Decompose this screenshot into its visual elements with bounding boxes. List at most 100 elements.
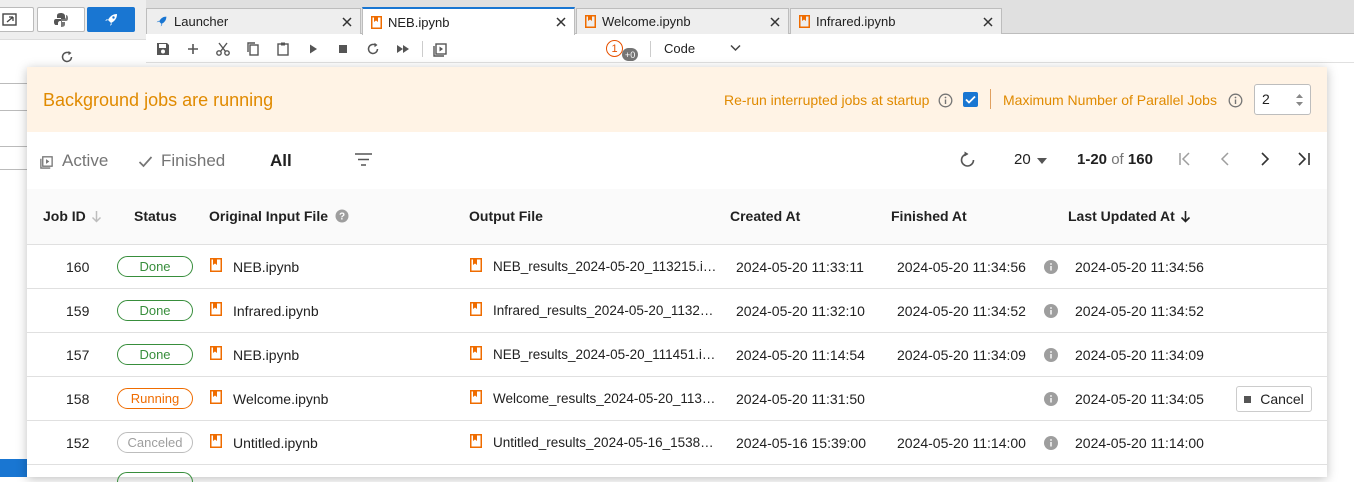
sidebar-selected-item[interactable] bbox=[0, 459, 28, 477]
input-file-link[interactable]: Untitled.ipynb bbox=[233, 435, 318, 451]
column-label: Last Updated At bbox=[1068, 208, 1175, 224]
notebook-icon bbox=[470, 346, 482, 360]
sidebar-item[interactable] bbox=[0, 146, 28, 170]
status-badge: Running bbox=[117, 388, 193, 409]
finished-at: 2024-05-20 11:34:09 bbox=[897, 347, 1026, 363]
last-updated-at: 2024-05-20 11:34:56 bbox=[1075, 259, 1204, 275]
output-file-link[interactable]: Welcome_results_2024-05-20_113… bbox=[493, 391, 717, 406]
filter-tab-all[interactable]: All bbox=[270, 151, 292, 171]
tab-welcome[interactable]: Welcome.ipynb bbox=[576, 8, 789, 34]
column-header-finished-at[interactable]: Finished At bbox=[891, 208, 967, 224]
output-file-link[interactable]: NEB_results_2024-05-20_111451.i … bbox=[493, 347, 717, 362]
column-header-status[interactable]: Status bbox=[134, 208, 177, 224]
notebook-icon bbox=[210, 302, 222, 316]
table-row[interactable]: 152 Canceled Untitled.ipynb Untitled_res… bbox=[27, 421, 1327, 465]
info-icon[interactable] bbox=[1044, 304, 1058, 318]
close-icon[interactable] bbox=[983, 16, 993, 27]
status-badge: Canceled bbox=[117, 432, 193, 453]
reload-icon[interactable] bbox=[958, 150, 977, 169]
input-file-link[interactable]: NEB.ipynb bbox=[233, 347, 299, 363]
pagination-range: 1-20 of 160 bbox=[1077, 151, 1153, 168]
info-icon[interactable] bbox=[1044, 348, 1058, 362]
info-icon[interactable] bbox=[1044, 436, 1058, 450]
status-badge: Done bbox=[117, 256, 193, 277]
sort-arrow-icon[interactable] bbox=[1180, 210, 1191, 223]
copy-icon[interactable] bbox=[245, 41, 261, 57]
paste-icon[interactable] bbox=[275, 41, 291, 57]
input-file-link[interactable]: Welcome.ipynb bbox=[233, 391, 328, 407]
column-header-job-id[interactable]: Job ID bbox=[43, 208, 102, 224]
column-header-last-updated[interactable]: Last Updated At bbox=[1068, 208, 1191, 224]
table-row[interactable] bbox=[27, 465, 1327, 482]
table-row[interactable]: 160 Done NEB.ipynb NEB_results_2024-05-2… bbox=[27, 245, 1327, 289]
column-label: Original Input File bbox=[209, 208, 328, 224]
output-file-link[interactable]: NEB_results_2024-05-20_113215.i … bbox=[493, 259, 717, 274]
column-header-output-file[interactable]: Output File bbox=[469, 208, 543, 224]
close-icon[interactable] bbox=[342, 16, 352, 27]
input-file-link[interactable]: NEB.ipynb bbox=[233, 259, 299, 275]
stop-icon[interactable] bbox=[335, 41, 351, 57]
restart-icon[interactable] bbox=[365, 41, 381, 57]
sidebar-item[interactable] bbox=[0, 83, 28, 111]
sidebar-button-jobs[interactable] bbox=[87, 7, 135, 32]
last-page-icon[interactable] bbox=[1296, 151, 1312, 167]
tab-label: Infrared.ipynb bbox=[816, 14, 896, 29]
filter-tab-label: Active bbox=[62, 151, 109, 170]
close-icon[interactable] bbox=[556, 17, 566, 27]
run-icon[interactable] bbox=[305, 41, 321, 57]
rerun-label: Re-run interrupted jobs at startup bbox=[724, 92, 930, 108]
tab-infrared[interactable]: Infrared.ipynb bbox=[790, 8, 1002, 34]
input-file-link[interactable]: Infrared.ipynb bbox=[233, 303, 319, 319]
table-header: Job ID Status Original Input File ? Outp… bbox=[27, 189, 1327, 245]
caret-down-icon[interactable] bbox=[1037, 158, 1047, 164]
rows-per-page-select[interactable]: 20 bbox=[1014, 151, 1031, 168]
info-icon[interactable] bbox=[1228, 93, 1243, 108]
sidebar-button-terminal[interactable] bbox=[0, 7, 34, 32]
max-jobs-input[interactable]: 2 bbox=[1254, 84, 1311, 115]
sort-arrow-icon[interactable] bbox=[91, 210, 102, 223]
help-icon[interactable]: ? bbox=[335, 209, 349, 223]
job-id: 158 bbox=[66, 391, 90, 407]
add-cell-icon[interactable] bbox=[185, 41, 201, 57]
close-icon[interactable] bbox=[770, 16, 780, 27]
last-updated-at: 2024-05-20 11:14:00 bbox=[1075, 435, 1204, 451]
fast-forward-icon[interactable] bbox=[395, 41, 411, 57]
filter-tab-active[interactable]: Active bbox=[39, 151, 108, 171]
column-header-created-at[interactable]: Created At bbox=[730, 208, 800, 224]
cancel-button[interactable]: Cancel bbox=[1236, 386, 1312, 412]
sidebar-button-python[interactable] bbox=[37, 7, 85, 32]
previous-page-icon[interactable] bbox=[1217, 151, 1233, 167]
column-label: Output File bbox=[469, 208, 543, 224]
next-page-icon[interactable] bbox=[1257, 151, 1273, 167]
info-icon[interactable] bbox=[938, 93, 953, 108]
save-icon[interactable] bbox=[155, 41, 171, 57]
cut-icon[interactable] bbox=[215, 41, 231, 57]
stepper-icon[interactable] bbox=[1294, 91, 1305, 109]
chevron-down-icon[interactable] bbox=[730, 44, 741, 52]
info-icon[interactable] bbox=[1044, 392, 1058, 406]
jobs-banner: Background jobs are running Re-run inter… bbox=[27, 67, 1327, 132]
run-in-background-icon[interactable] bbox=[432, 41, 448, 57]
created-at: 2024-05-20 11:31:50 bbox=[736, 391, 865, 407]
column-header-input-file[interactable]: Original Input File ? bbox=[209, 208, 349, 224]
rerun-checkbox[interactable] bbox=[963, 92, 978, 107]
column-label: Status bbox=[134, 208, 177, 224]
tab-launcher[interactable]: Launcher bbox=[146, 8, 361, 34]
output-file-link[interactable]: Infrared_results_2024-05-20_1132 … bbox=[493, 303, 717, 318]
filter-tab-finished[interactable]: Finished bbox=[138, 151, 225, 171]
tab-label: NEB.ipynb bbox=[388, 14, 450, 30]
filter-icon[interactable] bbox=[354, 152, 373, 167]
table-row[interactable]: 157 Done NEB.ipynb NEB_results_2024-05-2… bbox=[27, 333, 1327, 377]
cell-type-select[interactable]: Code bbox=[664, 41, 695, 56]
job-count-badge[interactable]: 1 bbox=[606, 40, 623, 57]
range-value: 1-20 bbox=[1077, 151, 1108, 168]
refresh-icon[interactable] bbox=[60, 50, 80, 66]
table-row[interactable]: 159 Done Infrared.ipynb Infrared_results… bbox=[27, 289, 1327, 333]
filter-tab-label: Finished bbox=[161, 151, 226, 170]
first-page-icon[interactable] bbox=[1177, 151, 1193, 167]
table-row[interactable]: 158 Running Welcome.ipynb Welcome_result… bbox=[27, 377, 1327, 421]
tab-neb[interactable]: NEB.ipynb bbox=[362, 7, 575, 35]
info-icon[interactable] bbox=[1044, 260, 1058, 274]
output-file-link[interactable]: Untitled_results_2024-05-16_1538 … bbox=[493, 435, 717, 450]
notebook-icon bbox=[470, 434, 482, 448]
